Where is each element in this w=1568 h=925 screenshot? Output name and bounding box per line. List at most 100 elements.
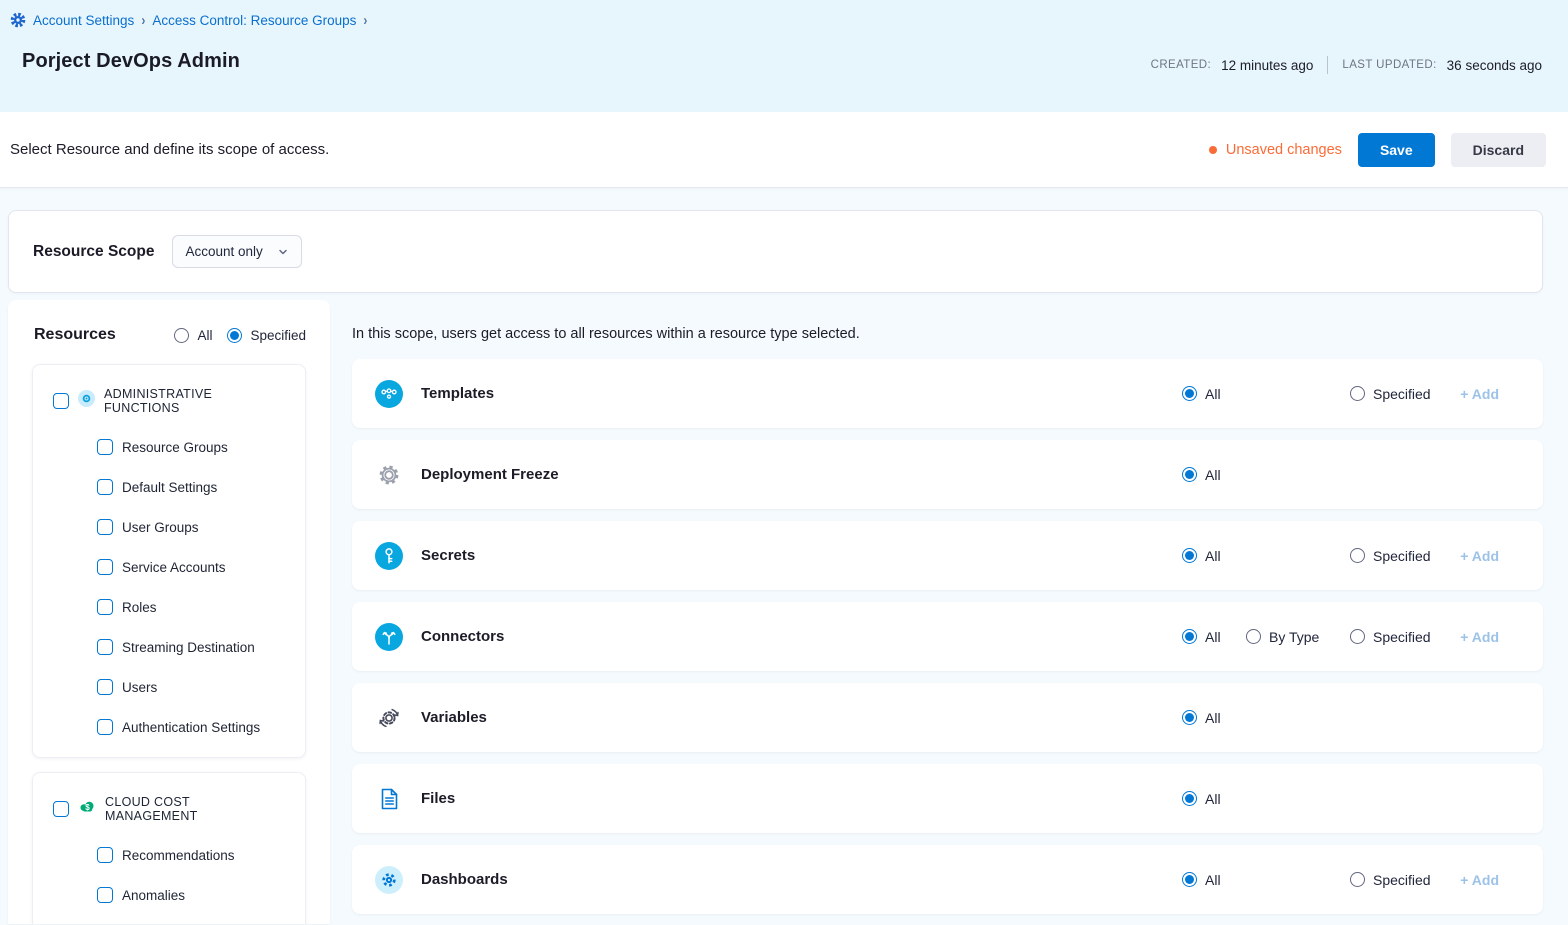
toolbar-actions: Unsaved changes Save Discard xyxy=(1209,133,1546,167)
row-options: All By Type Specified + Add xyxy=(1182,629,1499,645)
resource-group-header: ADMINISTRATIVE FUNCTIONS xyxy=(53,387,285,415)
resource-checkbox-item: Anomalies xyxy=(53,887,285,903)
radio-option[interactable]: Specified xyxy=(1350,872,1431,888)
group-checkbox[interactable] xyxy=(53,393,69,409)
item-checkbox[interactable] xyxy=(97,479,113,495)
radio-option[interactable]: Specified xyxy=(1350,548,1431,564)
item-checkbox[interactable] xyxy=(97,719,113,735)
item-label: Users xyxy=(122,680,157,695)
add-button[interactable]: + Add xyxy=(1460,872,1499,888)
deployment-freeze-icon xyxy=(375,461,403,489)
radio-option[interactable]: Specified xyxy=(227,328,306,343)
radio-option[interactable]: All xyxy=(1182,710,1221,726)
resource-scope-select[interactable]: Account only xyxy=(172,235,302,268)
item-checkbox[interactable] xyxy=(97,519,113,535)
item-label: Streaming Destination xyxy=(122,640,255,655)
resource-type-name: Deployment Freeze xyxy=(421,466,559,483)
resources-mode-options: All Specified xyxy=(174,328,306,343)
resource-scope-card: Resource Scope Account only xyxy=(8,210,1543,293)
resource-checkbox-item: Authentication Settings xyxy=(53,719,285,735)
item-label: Resource Groups xyxy=(122,440,228,455)
resource-checkbox-item: Recommendations xyxy=(53,847,285,863)
toolbar: Select Resource and define its scope of … xyxy=(0,112,1568,188)
resource-type-name: Templates xyxy=(421,385,494,402)
item-label: Recommendations xyxy=(122,848,235,863)
radio-label: Specified xyxy=(250,328,306,343)
radio-option[interactable]: All xyxy=(1182,548,1221,564)
files-icon xyxy=(375,785,403,813)
radio-option[interactable]: Specified xyxy=(1350,386,1431,402)
radio-label: All xyxy=(1205,710,1221,726)
item-checkbox[interactable] xyxy=(97,599,113,615)
item-checkbox[interactable] xyxy=(97,639,113,655)
radio-icon xyxy=(1182,791,1197,806)
group-label: CLOUD COST MANAGEMENT xyxy=(105,795,285,823)
add-button[interactable]: + Add xyxy=(1460,629,1499,645)
radio-icon xyxy=(174,328,189,343)
item-checkbox[interactable] xyxy=(97,887,113,903)
radio-option[interactable]: All xyxy=(1182,386,1221,402)
templates-icon xyxy=(375,380,403,408)
radio-label: By Type xyxy=(1269,629,1319,645)
item-checkbox[interactable] xyxy=(97,679,113,695)
resources-header: Resources All Specified xyxy=(8,300,330,364)
scope-description: In this scope, users get access to all r… xyxy=(352,326,1543,342)
add-button[interactable]: + Add xyxy=(1460,548,1499,564)
item-checkbox[interactable] xyxy=(97,559,113,575)
radio-icon xyxy=(1182,872,1197,887)
item-checkbox[interactable] xyxy=(97,847,113,863)
resource-type-name: Files xyxy=(421,790,455,807)
resources-title: Resources xyxy=(34,326,116,344)
toolbar-description: Select Resource and define its scope of … xyxy=(10,141,329,158)
breadcrumb-account-settings[interactable]: Account Settings xyxy=(33,13,134,28)
cloud-cost-icon: $ xyxy=(78,798,96,816)
radio-option[interactable]: All xyxy=(1182,467,1221,483)
unsaved-changes-indicator: Unsaved changes xyxy=(1209,142,1342,158)
resource-checkbox-item: Resource Groups xyxy=(53,439,285,455)
resource-type-name: Connectors xyxy=(421,628,504,645)
radio-label: All xyxy=(1205,791,1221,807)
breadcrumb-access-control-resource-groups[interactable]: Access Control: Resource Groups xyxy=(152,13,356,28)
radio-label: All xyxy=(1205,467,1221,483)
resource-scope-label: Resource Scope xyxy=(33,243,154,261)
item-label: Authentication Settings xyxy=(122,720,260,735)
dashboards-icon xyxy=(375,866,403,894)
radio-icon xyxy=(1350,548,1365,563)
content: Resource Scope Account only Resources Al… xyxy=(0,188,1568,925)
radio-option[interactable]: All xyxy=(1182,629,1221,645)
resource-checkbox-item: Streaming Destination xyxy=(53,639,285,655)
add-button[interactable]: + Add xyxy=(1460,386,1499,402)
radio-icon xyxy=(1350,872,1365,887)
resource-type-row: Connectors All By Type Specified + Add xyxy=(352,602,1543,671)
row-options: All Specified + Add xyxy=(1182,548,1499,564)
radio-option[interactable]: All xyxy=(174,328,212,343)
radio-icon xyxy=(1350,629,1365,644)
item-checkbox[interactable] xyxy=(97,439,113,455)
radio-option[interactable]: All xyxy=(1182,872,1221,888)
radio-option[interactable]: All xyxy=(1182,791,1221,807)
resource-type-row: Files All xyxy=(352,764,1543,833)
resource-type-row: Deployment Freeze All xyxy=(352,440,1543,509)
resource-group-header: $ CLOUD COST MANAGEMENT xyxy=(53,795,285,823)
save-button[interactable]: Save xyxy=(1358,133,1435,167)
resource-groups-list: ADMINISTRATIVE FUNCTIONS Resource Groups… xyxy=(8,364,330,924)
row-options: All xyxy=(1182,791,1499,807)
header-meta: CREATED: 12 minutes ago LAST UPDATED: 36… xyxy=(1151,56,1542,74)
resource-type-row: Variables All xyxy=(352,683,1543,752)
main-panel: In this scope, users get access to all r… xyxy=(330,300,1543,925)
item-label: Default Settings xyxy=(122,480,217,495)
created-label: CREATED: xyxy=(1151,59,1212,71)
group-checkbox[interactable] xyxy=(53,801,69,817)
discard-button[interactable]: Discard xyxy=(1451,133,1546,167)
item-label: Service Accounts xyxy=(122,560,226,575)
row-options: All Specified + Add xyxy=(1182,386,1499,402)
resource-checkbox-item: Service Accounts xyxy=(53,559,285,575)
item-label: Anomalies xyxy=(122,888,185,903)
resource-checkbox-item: User Groups xyxy=(53,519,285,535)
radio-label: All xyxy=(1205,629,1221,645)
radio-icon xyxy=(1182,710,1197,725)
radio-option[interactable]: By Type xyxy=(1246,629,1319,645)
radio-option[interactable]: Specified xyxy=(1350,629,1431,645)
radio-label: All xyxy=(1205,386,1221,402)
page-header: Account Settings › Access Control: Resou… xyxy=(0,0,1568,112)
